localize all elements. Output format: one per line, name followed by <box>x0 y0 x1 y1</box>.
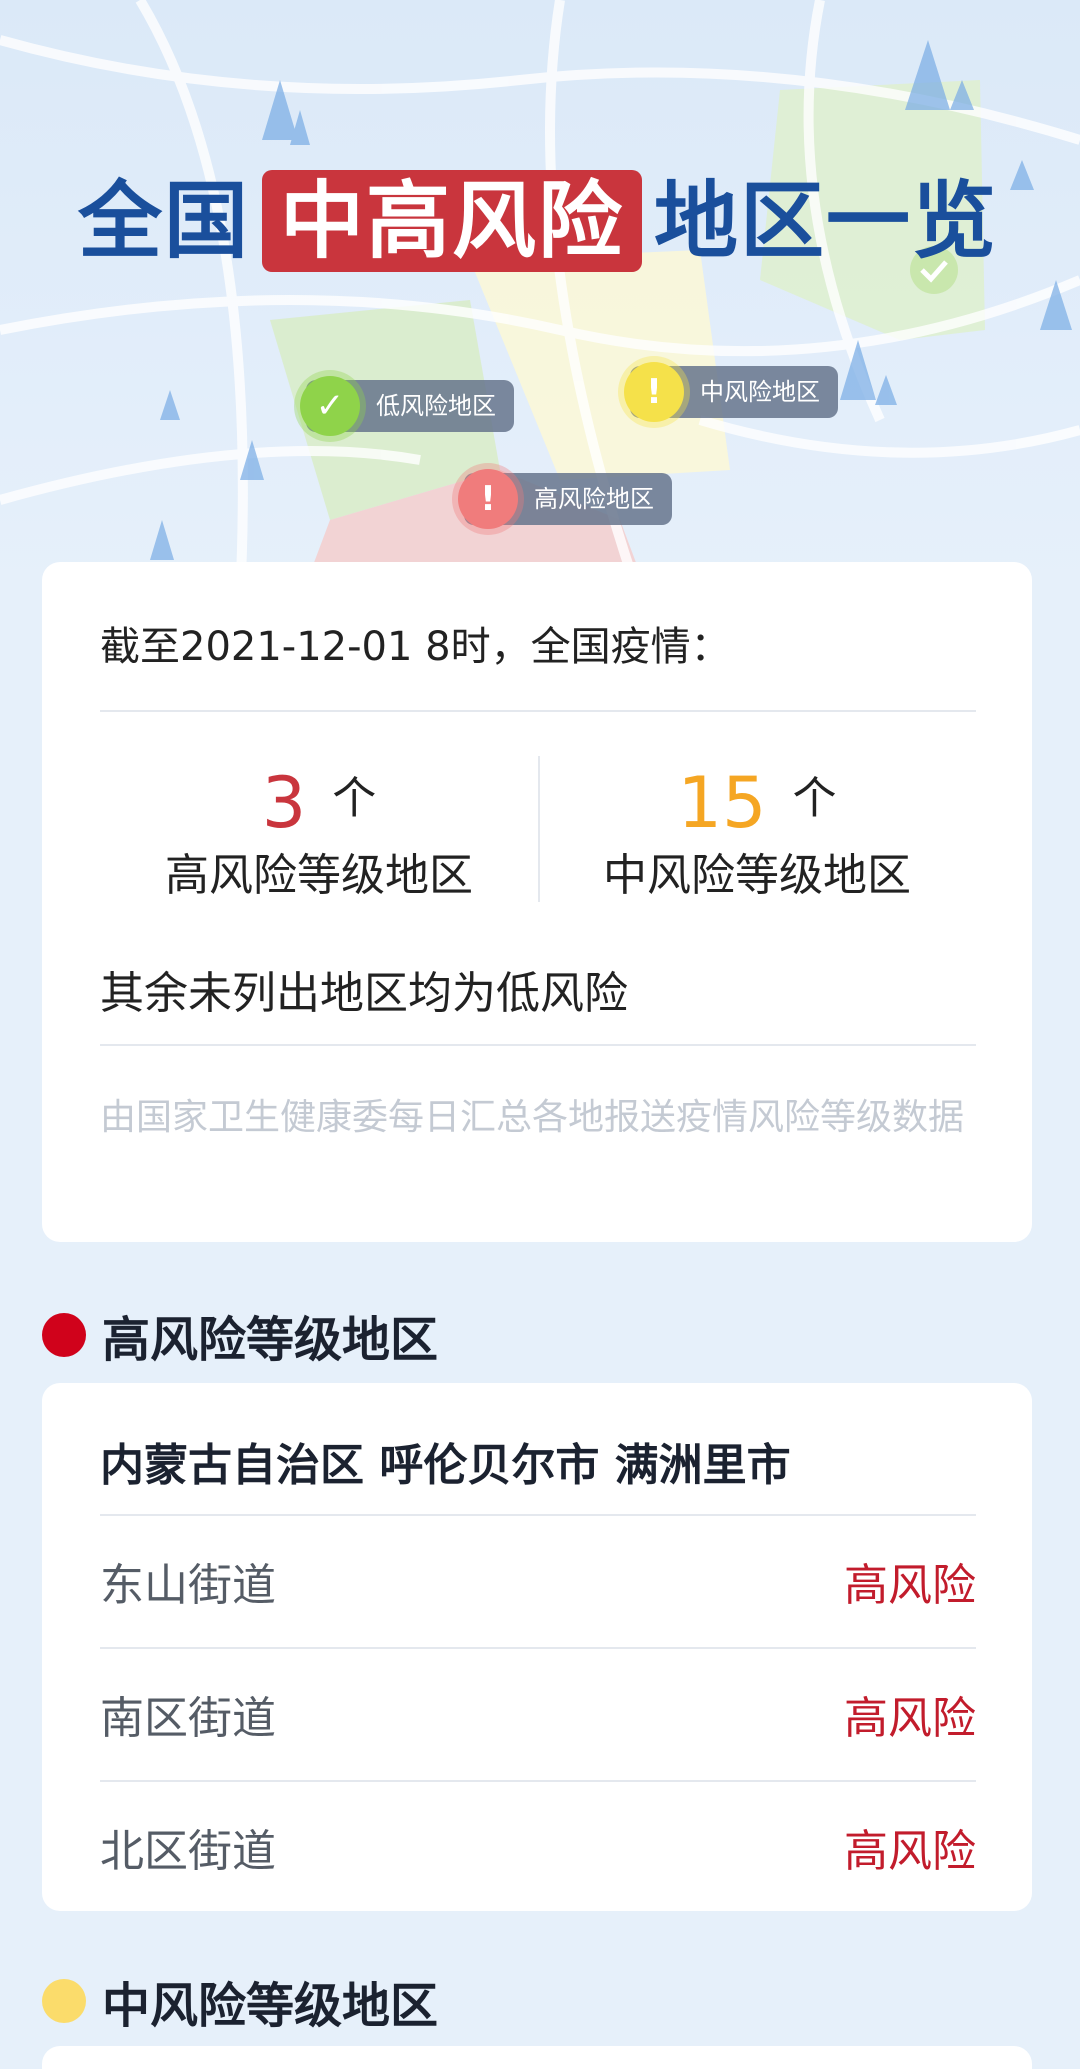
hero-map-banner: 全国 中高风险 地区一览 ✓ 低风险地区 ! 中风险地区 ! 高风险地区 <box>0 0 1080 600</box>
street-name: 北区街道 <box>100 1826 276 1877</box>
page-title: 全国 中高风险 地区一览 <box>78 168 998 274</box>
mid-risk-label: 中风险等级地区 <box>603 850 911 901</box>
exclamation-icon: ! <box>624 362 684 422</box>
divider <box>100 710 976 712</box>
street-name: 东山街道 <box>100 1560 276 1611</box>
risk-level: 高风险 <box>844 1826 976 1877</box>
legend-high-label: 高风险地区 <box>534 485 654 513</box>
title-suffix: 地区一览 <box>654 172 999 270</box>
mid-risk-unit: 个 <box>792 773 837 824</box>
legend-low-risk: ✓ 低风险地区 <box>300 376 514 436</box>
data-source-note: 由国家卫生健康委每日汇总各地报送疫情风险等级数据 <box>100 1097 965 1138</box>
title-highlight: 中高风险 <box>262 170 643 272</box>
summary-card: 截至2021-12-01 8时，全国疫情： 3个 高风险等级地区 15 个 中风险… <box>42 562 1032 1242</box>
mid-risk-stat[interactable]: 15 个 中风险等级地区 <box>538 762 976 909</box>
street-name: 南区街道 <box>100 1693 276 1744</box>
area-name: 内蒙古自治区 呼伦贝尔市 满洲里市 <box>100 1440 791 1491</box>
red-dot-icon <box>42 1313 86 1357</box>
high-risk-section-title: 高风险等级地区 <box>42 1300 438 1370</box>
list-item[interactable]: 南区街道 高风险 <box>100 1648 976 1780</box>
title-prefix: 全国 <box>78 172 251 270</box>
check-icon: ✓ <box>300 376 360 436</box>
divider <box>100 1044 976 1046</box>
mid-risk-section-title: 中风险等级地区 <box>42 1966 438 2036</box>
high-risk-count: 3 <box>261 762 307 844</box>
mid-risk-area-card <box>42 2046 1032 2069</box>
exclamation-icon: ! <box>458 469 518 529</box>
high-risk-area-card: 内蒙古自治区 呼伦贝尔市 满洲里市 东山街道 高风险 南区街道 高风险 北区街道… <box>42 1383 1032 1911</box>
list-item[interactable]: 东山街道 高风险 <box>100 1515 976 1647</box>
legend-mid-label: 中风险地区 <box>700 378 820 406</box>
legend-low-label: 低风险地区 <box>376 392 496 420</box>
risk-level: 高风险 <box>844 1560 976 1611</box>
legend-mid-risk: ! 中风险地区 <box>624 362 838 422</box>
legend-high-risk: ! 高风险地区 <box>458 469 672 529</box>
high-risk-stat[interactable]: 3个 高风险等级地区 <box>100 762 538 909</box>
high-risk-unit: 个 <box>332 773 377 824</box>
risk-level: 高风险 <box>844 1693 976 1744</box>
rest-low-risk-note: 其余未列出地区均为低风险 <box>100 968 628 1019</box>
high-risk-label: 高风险等级地区 <box>165 850 473 901</box>
section-title-text: 中风险等级地区 <box>102 1978 439 2034</box>
mid-risk-count: 15 <box>677 762 767 844</box>
section-title-text: 高风险等级地区 <box>102 1312 439 1368</box>
as-of-text: 截至2021-12-01 8时，全国疫情： <box>100 624 731 670</box>
yellow-dot-icon <box>42 1979 86 2023</box>
list-item[interactable]: 北区街道 高风险 <box>100 1781 976 1913</box>
